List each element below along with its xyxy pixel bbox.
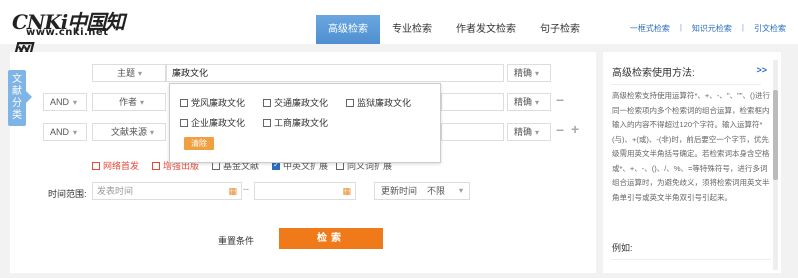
cnki-logo[interactable]: CNKi中国知网 www.cnki.net (12, 6, 132, 63)
add-row-icon[interactable]: + (571, 121, 579, 137)
match-select-1-label: 精确 (514, 68, 533, 78)
field-select-2-label: 作者 (119, 97, 138, 107)
checkbox-icon[interactable] (346, 98, 354, 107)
search-button[interactable]: 检索 (279, 228, 383, 249)
field-select-3[interactable]: 文献来源 ▾ (92, 123, 166, 141)
checkbox-icon[interactable] (92, 161, 100, 170)
calendar-icon[interactable]: ▦ (342, 183, 351, 199)
match-select-2-label: 精确 (514, 97, 533, 107)
side-tab-arrow (26, 91, 32, 103)
divider (611, 84, 761, 85)
logo-url: www.cnki.net (26, 27, 109, 38)
help-panel: 高级检索使用方法: >> 高级检索支持使用运算符*、+、-、''、""、()进行… (603, 52, 781, 273)
publish-date-start-placeholder: 发表时间 (97, 186, 134, 196)
suggestion-item[interactable]: 交通廉政文化 (263, 96, 328, 109)
publish-date-end[interactable]: ▦ (254, 182, 356, 200)
reset-button[interactable]: 重置条件 (218, 234, 254, 247)
tab-author-search[interactable]: 作者发文检索 (444, 15, 528, 44)
suggestion-item[interactable]: 企业廉政文化 (180, 116, 245, 129)
field-select-1-label: 主题 (117, 68, 136, 78)
field-select-2[interactable]: 作者 ▾ (92, 93, 166, 111)
field-select-3-label: 文献来源 (111, 127, 148, 137)
match-select-1[interactable]: 精确 ▾ (507, 64, 551, 82)
separator: | (679, 23, 682, 32)
help-more-link[interactable]: >> (756, 65, 767, 75)
chevron-down-icon: ▾ (535, 69, 540, 78)
remove-row-icon[interactable]: − (556, 92, 564, 108)
chevron-down-icon: ▾ (535, 128, 540, 137)
tab-advanced-search[interactable]: 高级检索 (316, 15, 380, 44)
suggestion-dropdown: 党风廉政文化 交通廉政文化 监狱廉政文化 企业廉政文化 工商廉政文化 清除 (169, 83, 441, 163)
option-online-first-label: 网络首发 (103, 161, 140, 171)
help-body: 高级检索支持使用运算符*、+、-、''、""、()进行同一检索项内多个检索词的组… (612, 91, 770, 202)
checkbox-icon[interactable] (263, 98, 271, 107)
header: CNKi中国知网 www.cnki.net 高级检索 专业检索 作者发文检索 句… (0, 0, 798, 63)
category-side-tab[interactable]: 文献分类 (8, 70, 26, 126)
date-separator: -- (243, 184, 249, 194)
match-select-2[interactable]: 精确 ▾ (507, 93, 551, 111)
suggestion-item[interactable]: 监狱廉政文化 (346, 96, 411, 109)
logic-select-2-label: AND (50, 97, 70, 107)
top-links: 一框式检索 | 知识元检索 | 引文检索 (630, 23, 786, 34)
update-time-label: 更新时间 (381, 186, 418, 196)
link-knowledge-search[interactable]: 知识元检索 (692, 23, 732, 34)
suggestion-item-label: 交通廉政文化 (274, 98, 329, 108)
search-input-3[interactable] (441, 123, 504, 141)
chevron-down-icon: ▾ (458, 186, 463, 195)
checkbox-icon[interactable] (263, 118, 271, 127)
divider (611, 259, 771, 260)
chevron-down-icon: ▾ (535, 98, 540, 107)
link-citation-search[interactable]: 引文检索 (754, 23, 786, 34)
update-time-select[interactable]: 更新时间 不限 ▾ (374, 182, 470, 200)
logic-select-2[interactable]: AND ▾ (43, 93, 87, 111)
tab-professional-search[interactable]: 专业检索 (380, 15, 444, 44)
suggestion-item-label: 工商廉政文化 (274, 118, 329, 128)
checkbox-icon[interactable] (180, 118, 188, 127)
scrollbar-thumb[interactable] (773, 90, 778, 180)
calendar-icon[interactable]: ▦ (228, 183, 237, 199)
chevron-down-icon: ▾ (140, 98, 145, 107)
checkbox-icon[interactable] (180, 98, 188, 107)
chevron-down-icon: ▾ (73, 128, 78, 137)
logic-select-3[interactable]: AND ▾ (43, 123, 87, 141)
checkbox-icon[interactable] (152, 161, 160, 170)
search-input-1-value: 廉政文化 (172, 68, 209, 78)
clear-button[interactable]: 清除 (184, 137, 214, 150)
suggestion-item-label: 企业廉政文化 (191, 118, 246, 128)
field-select-1[interactable]: 主题 ▾ (92, 64, 166, 82)
search-tabs: 高级检索 专业检索 作者发文检索 句子检索 (316, 15, 592, 44)
help-scrollbar[interactable] (773, 60, 778, 270)
match-select-3[interactable]: 精确 ▾ (507, 123, 551, 141)
separator: | (741, 23, 744, 32)
suggestion-item-label: 党风廉政文化 (191, 98, 246, 108)
suggestion-item[interactable]: 党风廉政文化 (180, 96, 245, 109)
chevron-down-icon: ▾ (150, 128, 155, 137)
update-time-value: 不限 (427, 186, 446, 196)
logic-select-3-label: AND (50, 127, 70, 137)
search-input-2[interactable] (441, 93, 504, 111)
chevron-down-icon: ▾ (73, 98, 78, 107)
suggestion-item-label: 监狱廉政文化 (357, 98, 412, 108)
link-single-box-search[interactable]: 一框式检索 (630, 23, 670, 34)
help-example-label: 例如: (612, 243, 633, 253)
option-online-first[interactable]: 网络首发 (92, 159, 139, 172)
match-select-3-label: 精确 (514, 127, 533, 137)
time-range-label: 时间范围: (48, 189, 87, 199)
side-tab-label: 文献分类 (12, 74, 22, 121)
help-title: 高级检索使用方法: (612, 68, 695, 79)
publish-date-start[interactable]: 发表时间 ▦ (92, 182, 242, 200)
suggestion-item[interactable]: 工商廉政文化 (263, 116, 328, 129)
chevron-down-icon: ▾ (138, 69, 143, 78)
tab-sentence-search[interactable]: 句子检索 (528, 15, 592, 44)
search-input-1[interactable]: 廉政文化 (166, 64, 504, 82)
remove-row-icon[interactable]: − (556, 122, 564, 138)
